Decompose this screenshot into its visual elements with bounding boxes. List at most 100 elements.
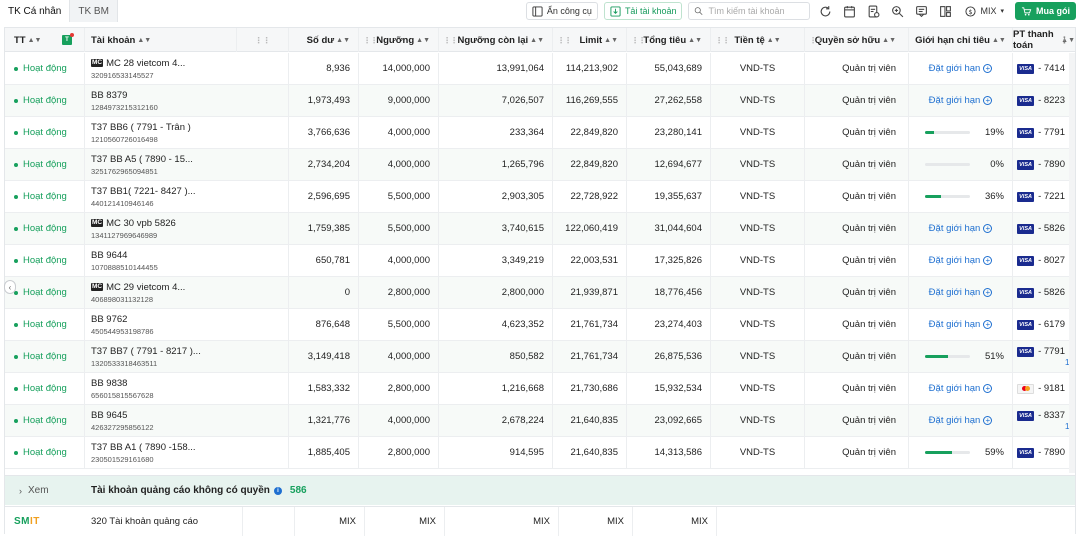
- total-spend-cell: 19,355,637: [627, 181, 711, 212]
- buy-package-button[interactable]: Mua gói: [1015, 2, 1076, 20]
- balance-cell: 8,936: [289, 53, 359, 84]
- account-cell[interactable]: MC MC 28 vietcom 4... 320916533145527: [85, 53, 289, 84]
- layout-button[interactable]: [936, 2, 954, 20]
- account-cell[interactable]: T37 BB7 ( 7791 - 8217 )... 1320533318463…: [85, 341, 289, 372]
- payment-method: VISA - 8337: [1017, 410, 1065, 421]
- limit-cell: 21,761,734: [553, 309, 627, 340]
- payment-cell[interactable]: VISA - 7791: [1013, 117, 1075, 148]
- table-row[interactable]: Hoạt động BB 9762 450544953198786 876,64…: [5, 309, 1075, 341]
- account-cell[interactable]: BB 9644 1070888510144455: [85, 245, 289, 276]
- col-account[interactable]: Tài khoản ▲▼: [85, 28, 237, 52]
- table-row[interactable]: Hoạt động BB 9838 656015815567628 1,583,…: [5, 373, 1075, 405]
- refresh-button[interactable]: [816, 2, 834, 20]
- set-limit-link[interactable]: Đặt giới hạn +: [929, 415, 993, 426]
- account-cell[interactable]: BB 9838 656015815567628: [85, 373, 289, 404]
- payment-cell[interactable]: VISA - 5826: [1013, 277, 1075, 308]
- table-row[interactable]: Hoạt động T37 BB A5 ( 7890 - 15... 32517…: [5, 149, 1075, 181]
- payment-cell[interactable]: VISA - 6179: [1013, 309, 1075, 340]
- account-cell[interactable]: T37 BB6 ( 7791 - Trân ) 1210560726016498: [85, 117, 289, 148]
- limit-cell: 22,003,531: [553, 245, 627, 276]
- sort-icon: ▲▼: [336, 36, 350, 44]
- account-cell[interactable]: BB 9645 426327295856122: [85, 405, 289, 436]
- col-currency[interactable]: ⋮⋮ Tiền tệ ▲▼: [711, 28, 805, 52]
- threshold-left-cell: 7,026,507: [439, 85, 553, 116]
- table-row[interactable]: Hoạt động T37 BB6 ( 7791 - Trân ) 121056…: [5, 117, 1075, 149]
- table-row[interactable]: Hoạt động MC MC 30 vpb 5826 1341127969646…: [5, 213, 1075, 245]
- col-status[interactable]: TT ▲▼ T: [5, 28, 85, 52]
- col-total-spend[interactable]: ⋮⋮ Tổng tiêu ▲▼: [627, 28, 711, 52]
- status-dot-icon: [14, 66, 18, 71]
- collapse-sidebar-button[interactable]: ‹: [4, 280, 16, 294]
- set-limit-label: Đặt giới hạn: [928, 383, 981, 394]
- account-cell[interactable]: T37 BB1( 7221- 8427 )... 440121410946146: [85, 181, 289, 212]
- account-cell[interactable]: BB 9762 450544953198786: [85, 309, 289, 340]
- total-spend-cell: 26,875,536: [627, 341, 711, 372]
- col-threshold-left[interactable]: ⋮⋮ Ngưỡng còn lại ▲▼: [439, 28, 553, 52]
- info-icon[interactable]: i: [273, 486, 282, 495]
- payment-cell[interactable]: VISA- 83371 more...: [1013, 405, 1075, 436]
- payment-cell[interactable]: VISA - 7414: [1013, 53, 1075, 84]
- account-cell[interactable]: T37 BB A5 ( 7890 - 15... 325176296509485…: [85, 149, 289, 180]
- scrollbar[interactable]: [1069, 53, 1075, 473]
- visa-icon: VISA: [1017, 223, 1035, 234]
- account-cell[interactable]: T37 BB A1 ( 7890 -158... 230501529161680: [85, 437, 289, 468]
- search-box[interactable]: [688, 2, 811, 20]
- payment-cell[interactable]: - 9181: [1013, 373, 1075, 404]
- tab-personal[interactable]: TK Cá nhân: [0, 0, 71, 22]
- set-limit-link[interactable]: Đặt giới hạn +: [929, 223, 993, 234]
- set-limit-link[interactable]: Đặt giới hạn +: [929, 63, 993, 74]
- table-row[interactable]: Hoạt động T37 BB7 ( 7791 - 8217 )... 132…: [5, 341, 1075, 373]
- col-spend-limit[interactable]: Giới hạn chi tiêu ▲▼: [909, 28, 1013, 52]
- threshold-cell: 4,000,000: [359, 341, 439, 372]
- account-cell[interactable]: MC MC 29 vietcom 4... 406898031132128: [85, 277, 289, 308]
- zoom-button[interactable]: [888, 2, 906, 20]
- visa-icon: VISA: [1017, 159, 1035, 170]
- set-limit-link[interactable]: Đặt giới hạn +: [929, 95, 993, 106]
- column-menu-icon[interactable]: ⋮: [1060, 35, 1069, 46]
- set-limit-link[interactable]: Đặt giới hạn +: [929, 287, 993, 298]
- threshold-left-cell: 1,265,796: [439, 149, 553, 180]
- view-toggle[interactable]: › Xem: [5, 485, 91, 496]
- payment-cell[interactable]: VISA - 8223: [1013, 85, 1075, 116]
- account-name-text: MC 30 vpb 5826: [106, 217, 176, 229]
- table-row[interactable]: Hoạt động BB 9645 426327295856122 1,321,…: [5, 405, 1075, 437]
- payment-cell[interactable]: VISA- 77911 more...: [1013, 341, 1075, 372]
- col-ownership[interactable]: ⋮⋮ Quyền sở hữu ▲▼: [805, 28, 909, 52]
- currency-select[interactable]: $ MIX ▾: [960, 2, 1009, 20]
- account-cell[interactable]: MC MC 30 vpb 5826 1341127969646989: [85, 213, 289, 244]
- report-button[interactable]: [864, 2, 882, 20]
- load-accounts-button[interactable]: Tải tài khoản: [603, 2, 683, 20]
- col-threshold[interactable]: ⋮⋮ Ngưỡng ▲▼: [359, 28, 439, 52]
- table-row[interactable]: Hoạt động BB 8379 1284973215312160 1,973…: [5, 85, 1075, 117]
- hide-tools-button[interactable]: Ẩn công cụ: [525, 2, 598, 20]
- progress-bar: [925, 355, 970, 358]
- status-text: Hoạt động: [23, 255, 67, 266]
- col-payment[interactable]: PT thanh toán ▲▼ ⋮: [1013, 28, 1075, 52]
- no-permission-row[interactable]: › Xem Tài khoản quảng cáo không có quyền…: [5, 475, 1075, 505]
- col-limit[interactable]: ⋮⋮ Limit ▲▼: [553, 28, 627, 52]
- payment-cell[interactable]: VISA - 7221: [1013, 181, 1075, 212]
- table-row[interactable]: Hoạt động MC MC 29 vietcom 4... 406898031…: [5, 277, 1075, 309]
- set-limit-link[interactable]: Đặt giới hạn +: [929, 383, 993, 394]
- col-balance[interactable]: Số dư ▲▼: [289, 28, 359, 52]
- total-spend-cell: 17,325,826: [627, 245, 711, 276]
- payment-cell[interactable]: VISA - 7890: [1013, 437, 1075, 468]
- table-row[interactable]: Hoạt động T37 BB A1 ( 7890 -158... 23050…: [5, 437, 1075, 469]
- col-drag-handle[interactable]: ⋮⋮: [237, 28, 289, 52]
- message-button[interactable]: [912, 2, 930, 20]
- payment-cell[interactable]: VISA - 7890: [1013, 149, 1075, 180]
- tab-bm[interactable]: TK BM: [70, 0, 118, 22]
- payment-cell[interactable]: VISA - 5826: [1013, 213, 1075, 244]
- table-row[interactable]: Hoạt động T37 BB1( 7221- 8427 )... 44012…: [5, 181, 1075, 213]
- table-row[interactable]: Hoạt động BB 9644 1070888510144455 650,7…: [5, 245, 1075, 277]
- table-row[interactable]: Hoạt động MC MC 28 vietcom 4... 320916533…: [5, 53, 1075, 85]
- set-limit-link[interactable]: Đặt giới hạn +: [929, 319, 993, 330]
- calendar-button[interactable]: [840, 2, 858, 20]
- total-spend-cell: 23,274,403: [627, 309, 711, 340]
- payment-cell[interactable]: VISA - 8027: [1013, 245, 1075, 276]
- account-name-text: BB 9762: [91, 313, 128, 325]
- set-limit-link[interactable]: Đặt giới hạn +: [929, 255, 993, 266]
- threshold-left-cell: 3,740,615: [439, 213, 553, 244]
- search-input[interactable]: [708, 6, 805, 16]
- account-cell[interactable]: BB 8379 1284973215312160: [85, 85, 289, 116]
